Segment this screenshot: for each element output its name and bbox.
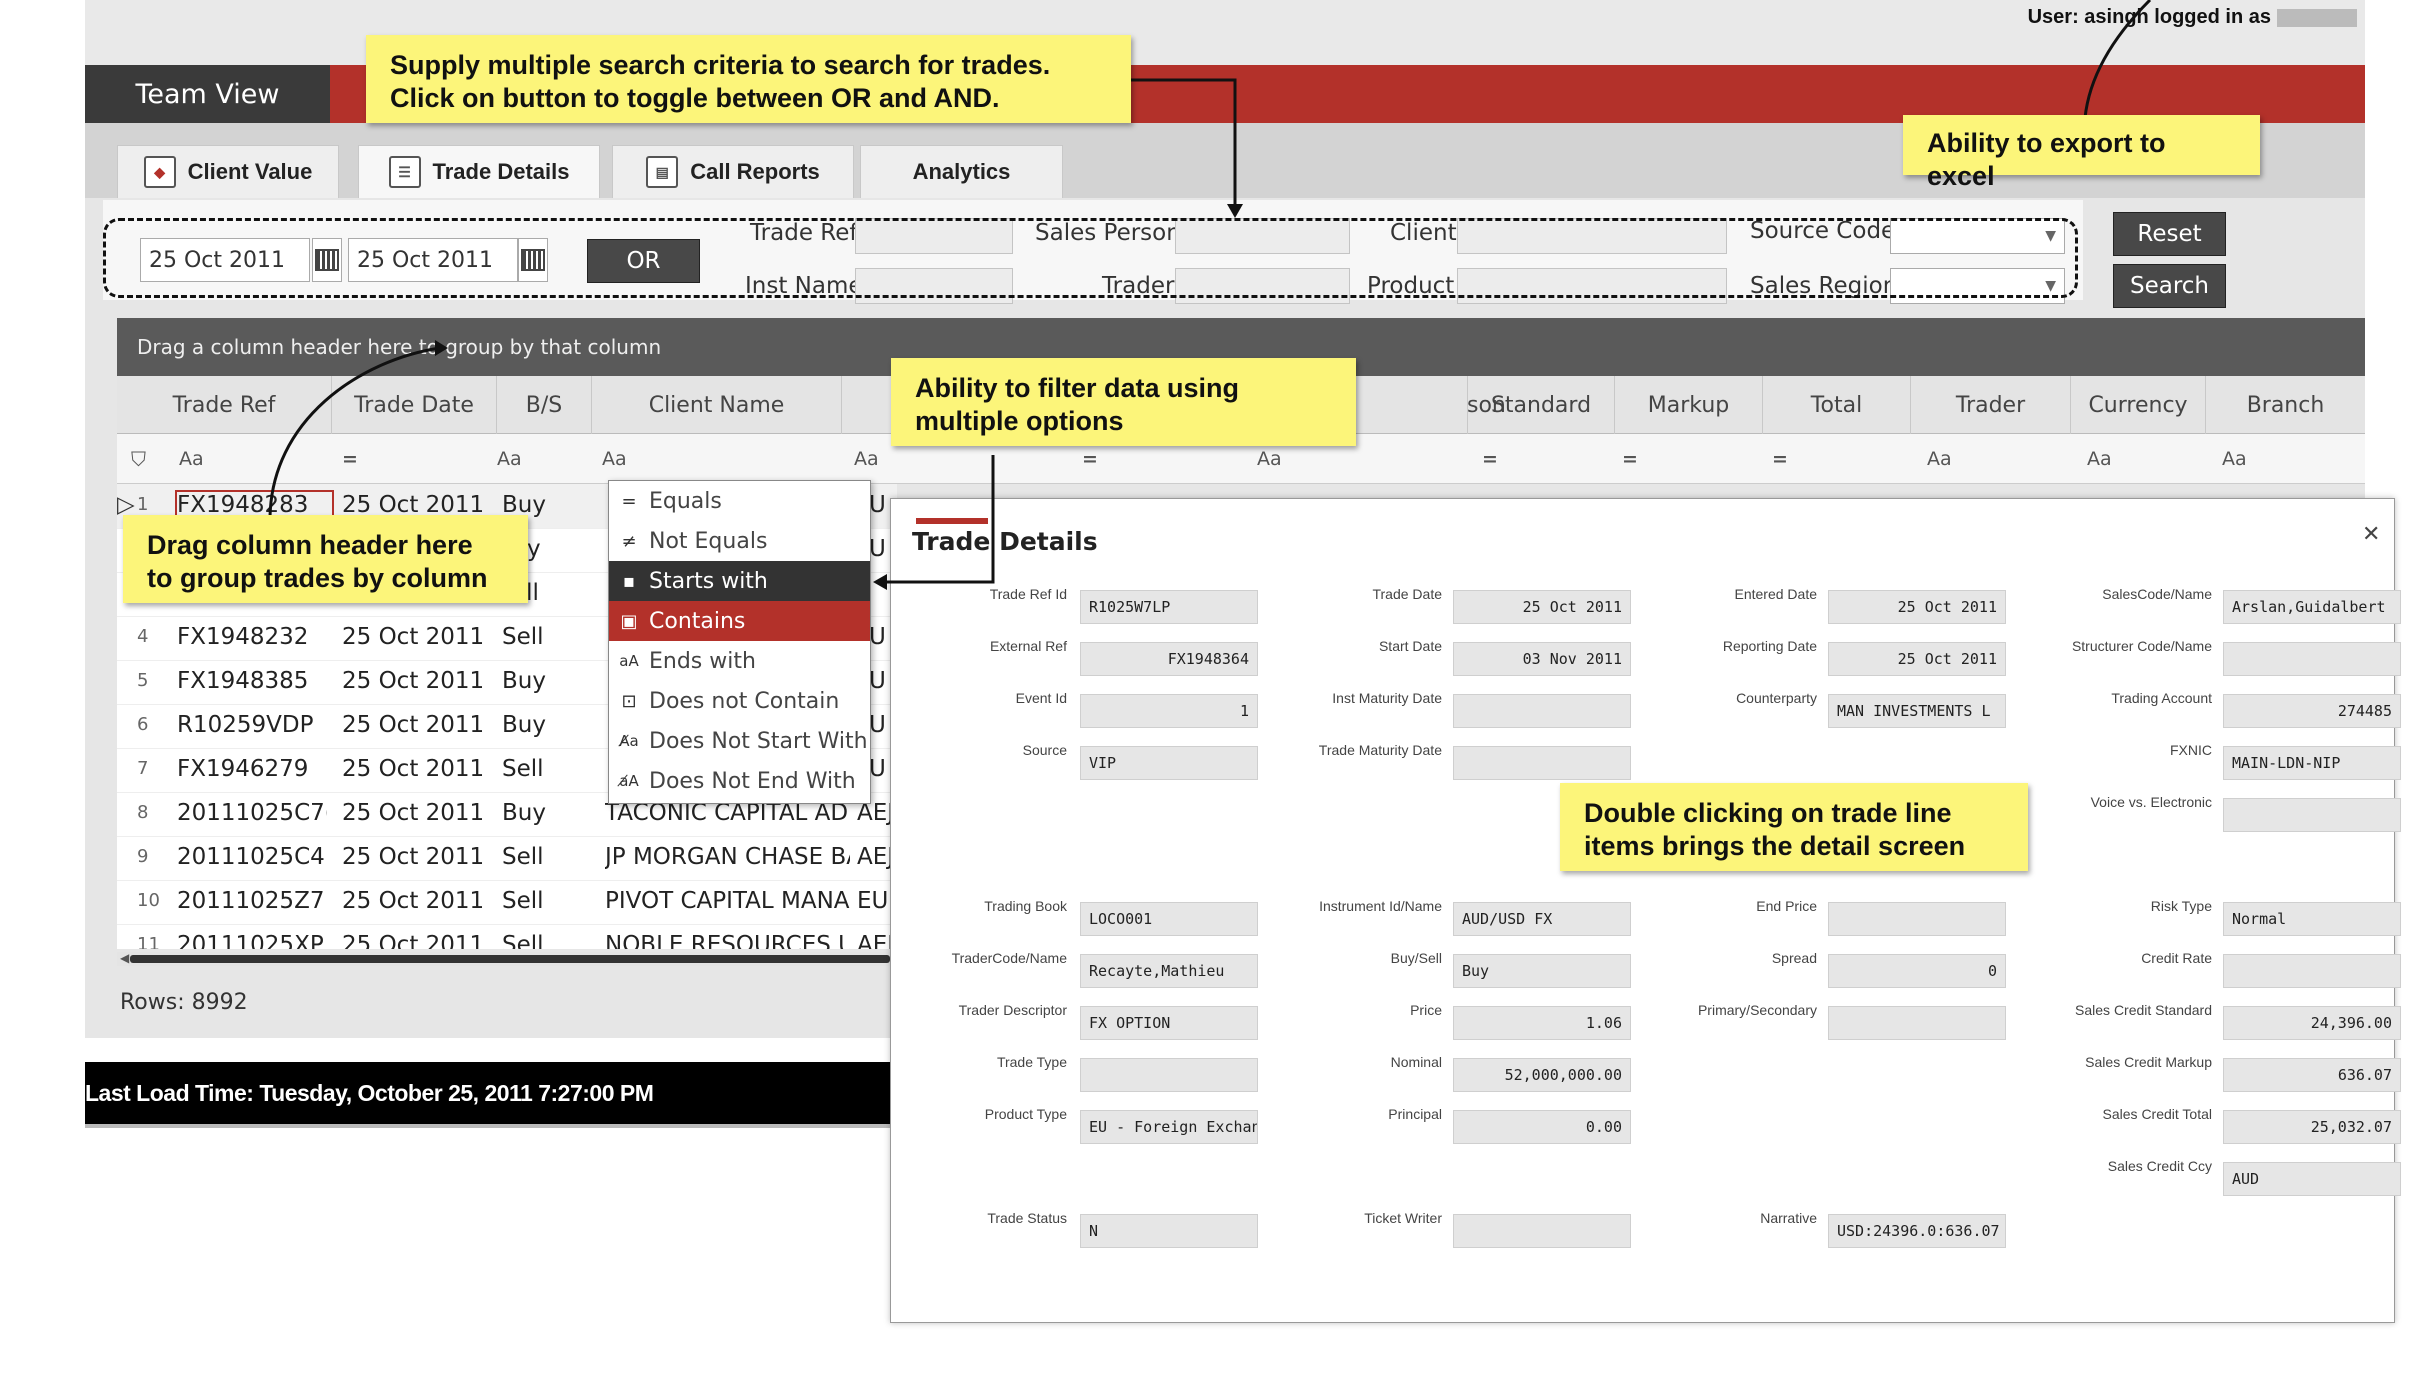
callout-export-excel: Ability to export to excel xyxy=(1903,115,2260,191)
arrow-drag-header xyxy=(268,346,441,521)
annotation-arrows xyxy=(268,0,2152,590)
callout-text: multiple options xyxy=(915,406,1124,436)
callout-text: Supply multiple search criteria to searc… xyxy=(390,50,1051,80)
callout-text: Drag column header here xyxy=(147,530,473,560)
callout-drag-header: Drag column header here to group trades … xyxy=(123,515,528,603)
arrow-export xyxy=(2083,0,2152,119)
callout-text: Ability to filter data using xyxy=(915,373,1240,403)
arrow-search-criteria xyxy=(1130,78,1237,210)
callout-text: items brings the detail screen xyxy=(1584,831,1966,861)
arrowhead xyxy=(1227,204,1243,218)
arrowhead xyxy=(873,574,887,590)
arrowhead xyxy=(435,340,448,356)
callout-text: Click on button to toggle between OR and… xyxy=(390,83,1000,113)
callout-text: Double clicking on trade line xyxy=(1584,798,1952,828)
callout-double-click: Double clicking on trade line items brin… xyxy=(1560,783,2028,871)
callout-search-criteria: Supply multiple search criteria to searc… xyxy=(366,35,1131,123)
callout-text: to group trades by column xyxy=(147,563,488,593)
callout-filter-options: Ability to filter data using multiple op… xyxy=(891,358,1356,446)
arrow-filter xyxy=(885,455,995,584)
